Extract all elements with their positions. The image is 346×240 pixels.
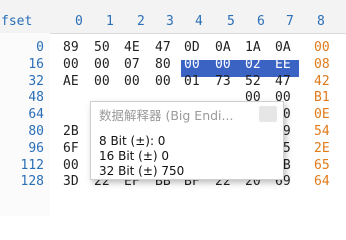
- hex-byte[interactable]: 65: [314, 158, 330, 174]
- hex-byte[interactable]: 07: [124, 57, 140, 73]
- row-offset: 128: [20, 174, 44, 190]
- hex-byte[interactable]: 0E: [314, 107, 330, 123]
- row-offset: 16: [28, 56, 44, 72]
- hex-byte[interactable]: 00: [63, 158, 79, 174]
- popup-menu-button[interactable]: [259, 106, 277, 122]
- hex-byte[interactable]: 2B: [63, 124, 79, 140]
- row-offset: 112: [20, 157, 44, 173]
- column-header: fset 0 1 2 3 4 5 6 7 8: [0, 0, 346, 34]
- hex-byte[interactable]: 00: [94, 57, 110, 73]
- column-header-8: 8: [317, 14, 325, 29]
- hex-byte[interactable]: 00: [184, 57, 200, 73]
- int32-value: 32 Bit (±) 750: [99, 164, 185, 178]
- column-header-2: 2: [137, 14, 145, 29]
- offset-header: fset: [1, 14, 33, 29]
- popup-title: 数据解释器 (Big Endi...: [99, 108, 234, 123]
- int8-value: 8 Bit (±): 0: [99, 134, 166, 148]
- column-header-1: 1: [106, 14, 114, 29]
- hex-byte[interactable]: 00: [155, 74, 171, 90]
- hex-byte[interactable]: 3D: [63, 174, 79, 190]
- hex-byte[interactable]: 47: [155, 40, 171, 56]
- hex-byte[interactable]: EE: [275, 57, 291, 73]
- column-header-7: 7: [286, 14, 294, 29]
- hex-byte[interactable]: 0A: [215, 40, 231, 56]
- column-header-3: 3: [166, 14, 174, 29]
- hex-byte[interactable]: 01: [184, 74, 200, 90]
- row-offset: 0: [36, 40, 44, 55]
- column-header-5: 5: [227, 14, 235, 29]
- hex-byte[interactable]: 00: [314, 40, 330, 56]
- hex-byte[interactable]: 08: [314, 57, 330, 73]
- hex-byte[interactable]: 00: [215, 57, 231, 73]
- hex-byte[interactable]: B1: [314, 90, 330, 106]
- hex-byte[interactable]: 6F: [63, 141, 79, 157]
- hex-byte[interactable]: 50: [94, 40, 110, 56]
- hex-byte[interactable]: 54: [314, 124, 330, 140]
- hex-byte[interactable]: 47: [275, 74, 291, 90]
- row-offset: 80: [28, 124, 44, 139]
- hex-byte[interactable]: 0D: [184, 40, 200, 56]
- hex-byte[interactable]: 02: [245, 57, 261, 73]
- data-inspector-popup: 数据解释器 (Big Endi... 8 Bit (±): 0 16 Bit (…: [90, 101, 284, 180]
- hex-byte[interactable]: 4E: [124, 40, 140, 56]
- hex-byte[interactable]: 00: [63, 57, 79, 73]
- hex-byte[interactable]: 2E: [314, 141, 330, 157]
- hex-byte[interactable]: 00: [94, 74, 110, 90]
- column-header-6: 6: [257, 14, 265, 29]
- hex-byte[interactable]: 64: [314, 174, 330, 190]
- hex-byte[interactable]: 89: [63, 40, 79, 56]
- row-offset: 96: [28, 140, 44, 156]
- hex-byte[interactable]: 73: [215, 74, 231, 90]
- hex-byte[interactable]: 1A: [245, 40, 261, 56]
- int16-value: 16 Bit (±) 0: [99, 149, 170, 163]
- hex-byte[interactable]: 00: [124, 74, 140, 90]
- hex-byte[interactable]: 52: [245, 74, 261, 90]
- hex-byte[interactable]: 80: [155, 57, 171, 73]
- row-offset: 32: [28, 73, 44, 89]
- hex-byte[interactable]: 42: [314, 74, 330, 90]
- row-offset: 64: [28, 107, 44, 123]
- row-offset: 48: [28, 90, 44, 106]
- column-header-0: 0: [75, 14, 83, 29]
- hex-byte[interactable]: 0A: [275, 40, 291, 56]
- column-header-4: 4: [195, 14, 203, 29]
- hex-byte[interactable]: AE: [63, 74, 79, 90]
